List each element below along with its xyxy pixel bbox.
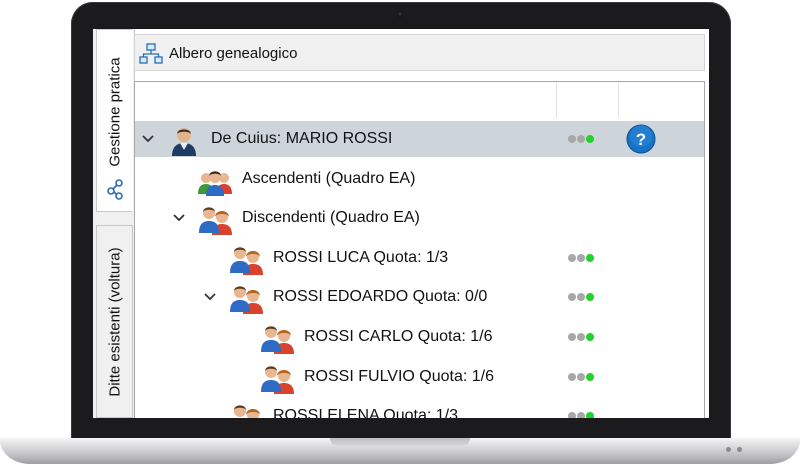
family-tree-icon xyxy=(139,43,163,70)
help-icon[interactable]: ? xyxy=(626,124,656,154)
tree-row-label: ROSSI FULVIO Quota: 1/6 xyxy=(304,367,494,385)
status-indicator xyxy=(568,412,602,418)
status-indicator xyxy=(568,333,602,342)
status-dot xyxy=(577,333,585,341)
tree-row[interactable]: ROSSI CARLO Quota: 1/6 xyxy=(135,319,704,355)
svg-text:?: ? xyxy=(636,130,646,149)
status-dot xyxy=(577,372,585,381)
vertical-tab-strip: Gestione pratica Ditte esistenti (voltur… xyxy=(93,29,135,418)
couple-icon xyxy=(259,362,295,394)
couple-icon xyxy=(259,322,295,354)
tree-row[interactable]: ROSSI EDOARDO Quota: 0/0 xyxy=(135,279,704,315)
tree-row[interactable]: Discendenti (Quadro EA) xyxy=(135,200,704,236)
column-divider xyxy=(618,82,619,118)
person-icon xyxy=(166,124,202,156)
status-dot xyxy=(586,372,594,381)
app-window: Gestione pratica Ditte esistenti (voltur… xyxy=(93,29,709,418)
chevron-down-icon[interactable] xyxy=(141,132,155,146)
chevron-down-icon[interactable] xyxy=(172,211,186,225)
tree-row[interactable]: ROSSI LUCA Quota: 1/3 xyxy=(135,240,704,276)
status-dot xyxy=(568,253,576,262)
status-dot xyxy=(568,412,576,418)
tree-row-label: ROSSI ELENA Quota: 1/3 xyxy=(273,407,458,418)
tree-row-label: ROSSI EDOARDO Quota: 0/0 xyxy=(273,288,488,306)
tree-row-label: Discendenti (Quadro EA) xyxy=(242,209,420,227)
column-header-row xyxy=(135,82,704,118)
couple-icon xyxy=(228,401,264,418)
indicator-light xyxy=(726,447,731,452)
status-dot xyxy=(586,253,594,262)
status-dot xyxy=(577,293,585,302)
status-dot xyxy=(568,293,576,302)
status-indicator xyxy=(568,372,602,382)
status-dot xyxy=(577,135,585,143)
tree-row[interactable]: Ascendenti (Quadro EA) xyxy=(135,161,704,197)
tree-view-icon xyxy=(106,178,126,205)
laptop-notch xyxy=(330,438,470,446)
tree-row-label: ROSSI LUCA Quota: 1/3 xyxy=(273,248,449,266)
status-dot xyxy=(586,293,594,302)
tree-row[interactable]: ROSSI FULVIO Quota: 1/6 xyxy=(135,359,704,395)
tree-row-label: ROSSI CARLO Quota: 1/6 xyxy=(304,328,493,345)
status-dot xyxy=(577,253,585,262)
tree-row[interactable]: ROSSI ELENA Quota: 1/3 xyxy=(135,398,704,418)
tab-ditte-esistenti[interactable]: Ditte esistenti (voltura) xyxy=(96,225,133,418)
panel-header: Albero genealogico xyxy=(134,34,705,71)
status-dot xyxy=(568,372,576,381)
couple-icon xyxy=(197,203,233,236)
page-title: Albero genealogico xyxy=(169,45,298,62)
camera-icon xyxy=(397,11,403,17)
group-icon xyxy=(197,164,233,196)
tree-row[interactable]: De Cuius: MARIO ROSSI? xyxy=(135,121,704,157)
tab-gestione-pratica[interactable]: Gestione pratica xyxy=(96,29,133,212)
chevron-down-icon[interactable] xyxy=(203,290,217,304)
status-dot xyxy=(586,333,594,341)
couple-icon xyxy=(228,282,264,315)
status-dot xyxy=(586,412,594,418)
status-dot xyxy=(586,135,594,143)
tab-label: Ditte esistenti (voltura) xyxy=(106,246,123,397)
tab-label: Gestione pratica xyxy=(106,57,123,167)
indicator-light xyxy=(737,447,742,452)
status-indicator xyxy=(568,135,602,144)
column-divider xyxy=(556,82,557,118)
status-dot xyxy=(577,412,585,418)
status-indicator xyxy=(568,293,602,302)
status-dot xyxy=(568,333,576,341)
tree-row-label: De Cuius: MARIO ROSSI xyxy=(211,130,393,147)
family-tree: De Cuius: MARIO ROSSI? Ascendenti (Quadro… xyxy=(134,81,705,418)
tree-row-label: Ascendenti (Quadro EA) xyxy=(242,169,416,187)
status-indicator xyxy=(568,253,602,263)
couple-icon xyxy=(228,243,264,275)
status-dot xyxy=(568,135,576,143)
